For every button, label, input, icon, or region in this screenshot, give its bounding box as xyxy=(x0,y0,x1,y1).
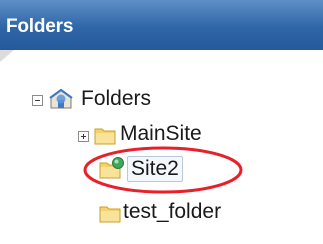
collapse-toggle[interactable] xyxy=(32,95,43,106)
site-folder-icon xyxy=(99,157,125,179)
home-folder-icon xyxy=(49,88,73,110)
tree-node-label: Folders xyxy=(81,87,152,110)
panel-title: Folders xyxy=(6,16,74,37)
folders-panel: Folders Folders MainSite Site2 test_fold… xyxy=(0,0,323,244)
folder-icon xyxy=(94,126,116,145)
tree-node-label: Site2 xyxy=(127,156,183,182)
tree-node-root[interactable]: Folders xyxy=(32,86,212,114)
folder-icon xyxy=(99,204,121,223)
expand-toggle[interactable] xyxy=(78,131,89,142)
tree-node-test-folder[interactable]: test_folder xyxy=(99,200,299,228)
tree-node-label: test_folder xyxy=(123,200,222,223)
panel-header: Folders xyxy=(0,0,323,50)
tree-node-site2[interactable]: Site2 xyxy=(99,155,249,183)
tree-node-mainsite[interactable]: MainSite xyxy=(78,122,258,150)
tree-node-label: MainSite xyxy=(120,122,202,145)
header-pointer xyxy=(0,50,14,62)
